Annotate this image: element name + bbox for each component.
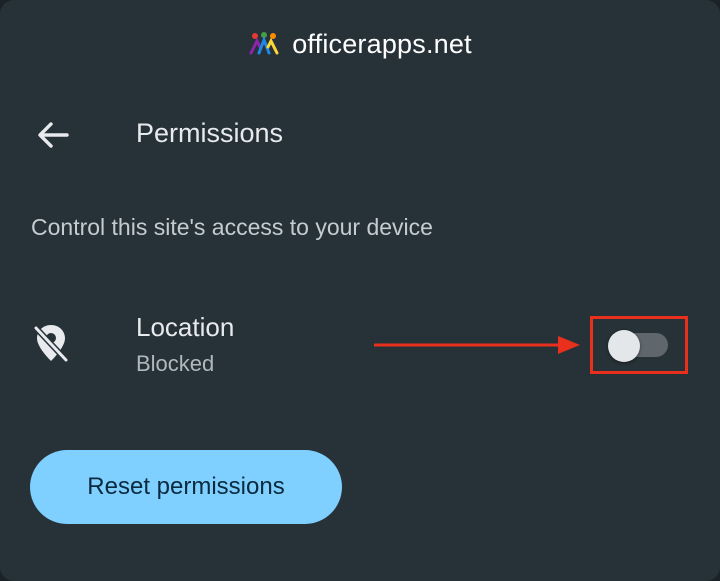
- site-domain: officerapps.net: [292, 28, 472, 59]
- officerapps-logo-icon: [249, 32, 279, 55]
- permission-status: Blocked: [136, 351, 215, 376]
- reset-permissions-button[interactable]: Reset permissions: [30, 450, 342, 524]
- permissions-description: Control this site's access to your devic…: [31, 214, 433, 240]
- arrow-left-icon: [38, 122, 69, 148]
- location-toggle[interactable]: [608, 330, 670, 362]
- site-settings-panel: officerapps.net Permissions Control this…: [0, 0, 720, 581]
- permission-name: Location: [136, 312, 235, 342]
- site-header: officerapps.net: [0, 22, 720, 66]
- page-title: Permissions: [136, 118, 284, 148]
- back-button[interactable]: [30, 112, 76, 158]
- location-off-icon: [33, 325, 69, 363]
- toggle-thumb: [608, 330, 640, 362]
- annotation-arrow: [374, 336, 580, 354]
